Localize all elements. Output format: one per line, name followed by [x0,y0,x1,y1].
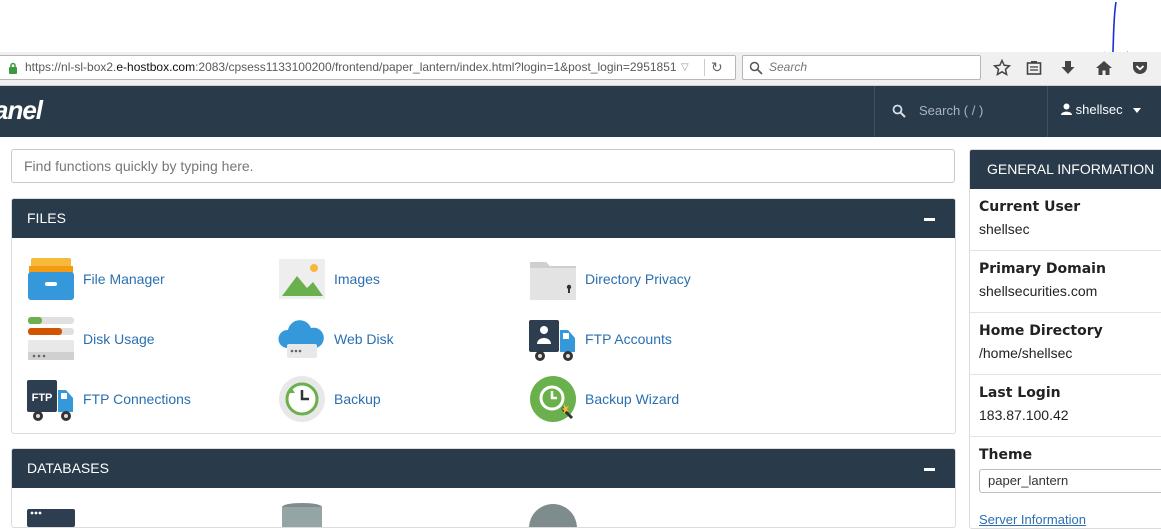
cpanel-header: anel Search ( / ) shellsec [0,86,1161,137]
ftp-connections-label: FTP Connections [83,391,191,407]
url-text: https://nl-sl-box2.e-hostbox.com:2083/cp… [25,60,677,74]
last-login-label: Last Login [979,385,1061,401]
ftp-accounts-icon [529,320,575,361]
databases-panel-header[interactable]: DATABASES [12,449,955,488]
theme-label: Theme [979,447,1033,463]
web-disk-label: Web Disk [334,331,394,347]
general-information-panel: GENERAL INFORMATION Current User shellse… [969,149,1161,529]
theme-select[interactable]: paper_lantern [979,469,1161,493]
search-icon [892,104,906,118]
directory-privacy-link[interactable]: Directory Privacy [528,254,691,304]
web-disk-icon [278,320,324,358]
header-divider [1047,86,1048,137]
current-user-label: Current User [979,199,1081,215]
last-login-row: Last Login 183.87.100.42 [970,375,1161,437]
home-directory-value: /home/shellsec [979,345,1073,361]
home-directory-row: Home Directory /home/shellsec [970,313,1161,375]
quick-find-input[interactable]: Find functions quickly by typing here. [11,149,955,183]
file-manager-icon [28,258,74,300]
images-link[interactable]: Images [277,254,380,304]
browser-search-input[interactable]: Search [742,55,981,80]
files-panel-header[interactable]: FILES [12,199,955,238]
search-icon [749,61,763,75]
reading-list-icon[interactable] [1024,58,1044,78]
general-information-title: GENERAL INFORMATION [970,150,1161,189]
home-icon[interactable] [1094,58,1114,78]
server-information-link[interactable]: Server Information [979,512,1086,527]
user-menu[interactable]: shellsec [1061,102,1123,117]
primary-domain-row: Primary Domain shellsecurities.com [970,251,1161,313]
svg-text:FTP: FTP [32,392,53,404]
primary-domain-label: Primary Domain [979,261,1106,277]
directory-privacy-icon [530,262,576,300]
pocket-icon[interactable] [1130,58,1150,78]
databases-title: DATABASES [27,460,109,476]
url-separator [704,59,705,76]
backup-label: Backup [334,391,381,407]
file-manager-label: File Manager [83,271,165,287]
backup-link[interactable]: Backup [277,374,381,424]
username: shellsec [1075,102,1123,117]
address-bar[interactable]: https://nl-sl-box2.e-hostbox.com:2083/cp… [0,55,736,80]
last-login-value: 183.87.100.42 [979,407,1069,423]
backup-icon [279,376,325,422]
theme-row: Theme paper_lantern [970,437,1161,499]
header-search-placeholder: Search ( / ) [919,103,984,118]
phpmyadmin-icon[interactable] [26,507,76,527]
user-icon [1061,103,1072,115]
backup-wizard-icon [530,376,576,422]
ftp-accounts-label: FTP Accounts [585,331,672,347]
files-panel: FILES File Manager Images Directory Priv… [11,198,956,434]
disk-usage-link[interactable]: Disk Usage [26,314,155,364]
header-divider [874,86,875,137]
current-user-row: Current User shellsec [970,189,1161,251]
mysql-wizard-icon[interactable] [528,503,578,528]
databases-panel: DATABASES [11,448,956,528]
bookmark-star-icon[interactable] [992,58,1012,78]
primary-domain-value: shellsecurities.com [979,283,1098,299]
images-label: Images [334,271,380,287]
quick-find-placeholder: Find functions quickly by typing here. [24,158,254,174]
lock-icon [9,62,17,74]
file-manager-link[interactable]: File Manager [26,254,165,304]
collapse-icon[interactable] [924,468,935,471]
browser-toolbar: https://nl-sl-box2.e-hostbox.com:2083/cp… [0,52,1161,86]
ftp-connections-icon: FTP [27,380,73,421]
directory-privacy-label: Directory Privacy [585,271,691,287]
backup-wizard-label: Backup Wizard [585,391,680,407]
backup-wizard-link[interactable]: Backup Wizard [528,374,679,424]
current-user-value: shellsec [979,221,1030,237]
chevron-down-icon[interactable] [1133,108,1141,113]
mysql-databases-icon[interactable] [280,502,324,528]
disk-usage-icon [28,317,74,360]
download-icon[interactable] [1058,58,1078,78]
collapse-icon[interactable] [924,218,935,221]
images-icon [279,259,325,299]
files-title: FILES [27,210,66,226]
web-disk-link[interactable]: Web Disk [277,314,394,364]
disk-usage-label: Disk Usage [83,331,155,347]
cpanel-logo[interactable]: anel [0,95,43,126]
screen-top-area [0,0,1161,52]
ftp-accounts-link[interactable]: FTP Accounts [528,314,672,364]
home-directory-label: Home Directory [979,323,1103,339]
reload-icon[interactable]: ↻ [711,56,723,79]
ftp-connections-link[interactable]: FTP FTP Connections [26,374,191,424]
url-dropdown-icon[interactable]: ▽ [681,56,689,79]
browser-search-placeholder: Search [769,60,808,74]
